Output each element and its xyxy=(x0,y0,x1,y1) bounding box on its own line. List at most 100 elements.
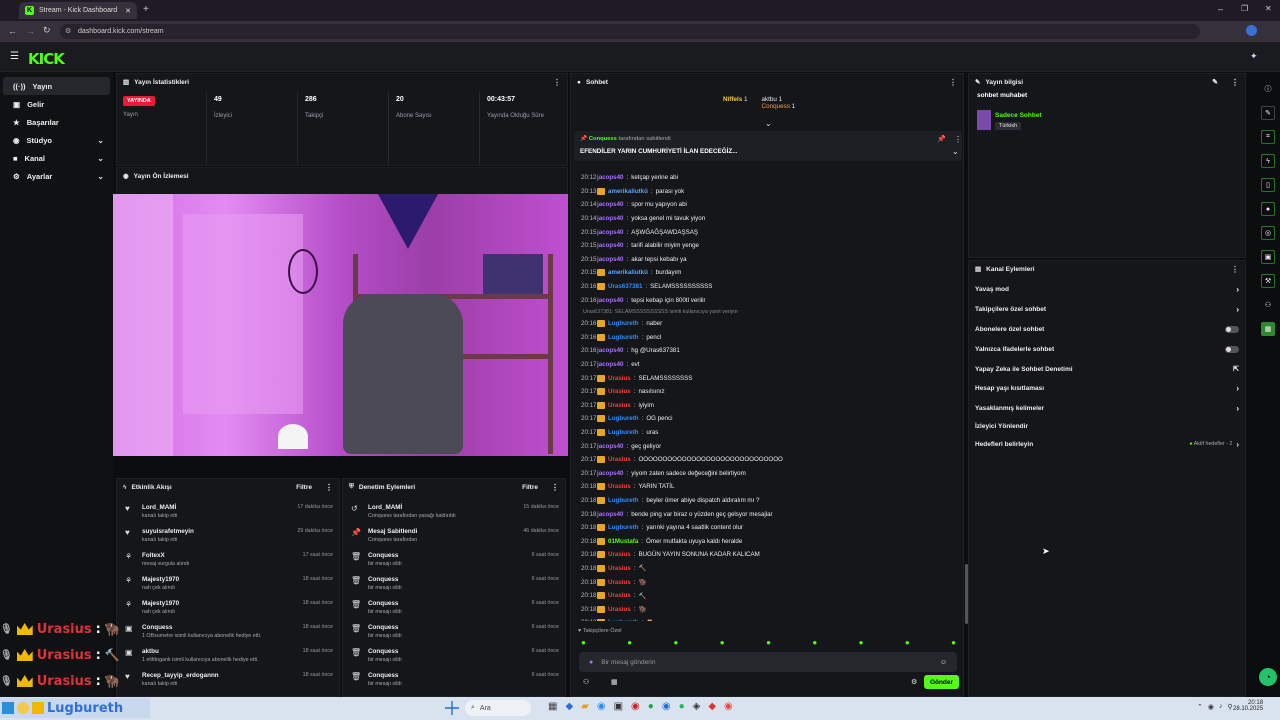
close-window-icon[interactable]: ✕ xyxy=(1265,4,1272,13)
kick-logo[interactable]: KICK xyxy=(28,50,65,68)
chat-message[interactable]: 20:15 jacops40: akar tepsi kebabı ya xyxy=(571,253,961,267)
chat-message[interactable]: 20:18 Urasius: BUGÜN YAYIN SONUNA KADAR KA… xyxy=(571,548,961,562)
chat-username[interactable]: jacops40 xyxy=(597,174,623,181)
chat-username[interactable]: Lugbureth xyxy=(608,497,639,504)
action-emote-only[interactable]: Yalnızca ifadelerle sohbet xyxy=(969,339,1245,359)
sidebar-item-kanal[interactable]: ■ Kanal ⌄ xyxy=(3,149,110,167)
chevron-down-icon[interactable]: ⌄ xyxy=(952,147,959,156)
gifter-2[interactable]: aktbu 1 xyxy=(762,96,796,103)
chat-username[interactable]: Urasius xyxy=(608,456,631,463)
chat-message[interactable]: 20:17 jacops40: yiyom zaten sadece değeceğ… xyxy=(571,466,961,480)
chat-username[interactable]: Urasius xyxy=(608,388,631,395)
start-icon[interactable] xyxy=(445,701,459,715)
action-goals[interactable]: Hedefleri belirleyin ● Aktif hedefler - 2… xyxy=(969,435,1245,455)
chat-username[interactable]: Lugbureth xyxy=(608,429,639,436)
more-options-icon[interactable]: ⋮ xyxy=(1231,78,1239,87)
activity-filter-button[interactable]: Filtre xyxy=(296,484,312,491)
moderation-row[interactable]: 🗑 Conquess bir mesajı sildi 6 saat önce xyxy=(343,669,565,693)
chat-message[interactable]: 20:16 Lugbureth: pencl xyxy=(571,331,961,345)
chat-username[interactable]: amerikaliutkü xyxy=(608,188,648,195)
stream-preview-video[interactable] xyxy=(113,194,568,456)
chat-username[interactable]: Urasius xyxy=(608,551,631,558)
activity-row[interactable]: ▣ Conquess 1 OBsumetre isimli kullanıcıya … xyxy=(117,621,339,645)
chat-username[interactable]: Urasius xyxy=(608,592,631,599)
chat-message[interactable]: 20:16 jacops40: hg @Uras637381 xyxy=(571,344,961,358)
close-tab-icon[interactable]: ✕ xyxy=(125,7,131,15)
edit-pencil-icon[interactable]: ✎ xyxy=(1212,78,1218,86)
subs-only-toggle[interactable] xyxy=(1225,325,1239,333)
chat-username[interactable]: jacops40 xyxy=(597,511,623,518)
browser-tab[interactable]: K Stream - Kick Dashboard ✕ xyxy=(19,2,137,19)
minimize-icon[interactable]: – xyxy=(1218,4,1223,14)
chat-icon[interactable]: ● xyxy=(1261,202,1275,216)
chat-message[interactable]: 20:15 amerikaliutkü: burdayım xyxy=(571,266,961,280)
more-options-icon[interactable]: ⋮ xyxy=(553,78,561,87)
notifications-icon[interactable]: ✦ xyxy=(1250,51,1258,62)
pinned-message[interactable]: 📌 Conquess tarafından sabitlendi EFENDİL… xyxy=(574,131,962,161)
activity-row[interactable]: ♥ Recep_tayyip_erdogannn kanalı takip etti… xyxy=(117,669,339,693)
chat-message[interactable]: 20:18 jacops40: bende ping var biraz o yüz… xyxy=(571,507,961,521)
reload-icon[interactable]: ↻ xyxy=(43,25,51,36)
new-tab-icon[interactable]: + xyxy=(143,4,149,15)
moderation-row[interactable]: 🗑 Conquess bir mesajı sildi 6 saat önce xyxy=(343,573,565,597)
more-options-icon[interactable]: ⋮ xyxy=(1231,265,1239,274)
chat-message[interactable]: 20:16 jacops40: tepsi kebap için 800tl ver… xyxy=(571,293,961,307)
send-button[interactable]: Gönder xyxy=(924,675,959,689)
chat-message[interactable]: 20:14 jacops40: spor mu yapıyon abi xyxy=(571,198,961,212)
chat-username[interactable]: jacops40 xyxy=(597,361,623,368)
chat-username[interactable]: jacops40 xyxy=(597,256,623,263)
sidebar-item-yayin[interactable]: ((·)) Yayın xyxy=(3,77,110,95)
chat-message[interactable]: 20:18 Lugbureth:🪵 xyxy=(571,616,961,621)
chat-username[interactable]: Urasius xyxy=(608,579,631,586)
activity-row[interactable]: ♥ Lord_MAMİ kanalı takip etti 17 dakika önc… xyxy=(117,501,339,525)
chat-username[interactable]: jacops40 xyxy=(597,242,623,249)
bolt-icon[interactable]: ϟ xyxy=(1261,154,1275,168)
more-options-icon[interactable]: ⋮ xyxy=(551,483,559,492)
site-info-icon[interactable]: ⚙ xyxy=(65,27,71,35)
back-icon[interactable]: ← xyxy=(8,26,17,36)
broadcast-icon[interactable]: ◎ xyxy=(1261,226,1275,240)
chat-username[interactable]: Lugbureth xyxy=(608,320,639,327)
crop-icon[interactable]: ⌗ xyxy=(1261,130,1275,144)
chat-username[interactable]: Urasius xyxy=(608,375,631,382)
chat-username[interactable]: amerikaliutkü xyxy=(608,269,648,276)
more-options-icon[interactable]: ⋮ xyxy=(954,135,962,144)
taskbar-clock[interactable]: 20:18 28.10.2025 xyxy=(1233,700,1263,712)
activity-row[interactable]: ⚘ FoltexX mesaj vurgula alındı 17 saat önce xyxy=(117,549,339,573)
chat-username[interactable]: Urasius xyxy=(608,483,631,490)
pin-icon[interactable]: 📌 xyxy=(937,135,946,143)
connect-icon[interactable]: ⚇ xyxy=(583,678,589,686)
chat-username[interactable]: Lugbureth xyxy=(608,524,639,531)
chat-message[interactable]: 20:17 Lugbureth: uras xyxy=(571,426,961,440)
moderation-row[interactable]: ↺ Lord_MAMİ Conquess tarafından yasağı kal… xyxy=(343,501,565,525)
chat-username[interactable]: jacops40 xyxy=(597,229,623,236)
chat-message[interactable]: 20:18 Lugbureth: yarınki yayına 4 saatlik … xyxy=(571,521,961,535)
chat-username[interactable]: Urasius xyxy=(608,565,631,572)
url-field[interactable]: ⚙ dashboard.kick.com/stream xyxy=(60,24,1200,39)
action-account-age[interactable]: Hesap yaşı kısıtlaması › xyxy=(969,379,1245,399)
emote-only-toggle[interactable] xyxy=(1225,345,1239,353)
chat-username[interactable]: jacops40 xyxy=(597,297,623,304)
sidebar-item-gelir[interactable]: ▣ Gelir xyxy=(3,95,110,113)
chat-input[interactable]: ● Bir mesaj gönderin ☺ xyxy=(579,652,957,672)
chat-message[interactable]: 20:18 Lugbureth: beyler ömer abiye dispatc… xyxy=(571,494,961,508)
taskbar-apps[interactable]: ▦ ◆ ▰ ◉ ▣ ◉ ● ◉ ● ◈ ◆ ◉ xyxy=(548,701,733,712)
action-host[interactable]: İzleyici Yönlendir xyxy=(969,419,1245,435)
chat-username[interactable]: jacops40 xyxy=(597,443,623,450)
chat-message[interactable]: 20:18 Urasius: YARIN TATİL xyxy=(571,480,961,494)
chat-username[interactable]: Urasius xyxy=(608,606,631,613)
chat-message[interactable]: 20:12 jacops40: ketçap yerine abi xyxy=(571,171,961,185)
chat-message[interactable]: 20:16 Uras637381: SELAMSSSSSSSSSS xyxy=(571,280,961,294)
chat-message[interactable]: 20:18 Urasius: 🦬 xyxy=(571,602,961,616)
chat-username[interactable]: Lugbureth xyxy=(608,415,639,422)
category-link[interactable]: Sadece Sohbet xyxy=(995,112,1042,119)
chat-username[interactable]: Urasius xyxy=(608,402,631,409)
menu-icon[interactable]: ☰ xyxy=(10,51,19,62)
action-ai-moderation[interactable]: Yapay Zeka ile Sohbet Denetimi ⇱ xyxy=(969,359,1245,379)
maximize-icon[interactable]: ❐ xyxy=(1241,4,1248,13)
moderation-row[interactable]: 🗑 Conquess bir mesajı sildi 6 saat önce xyxy=(343,597,565,621)
users-icon[interactable]: ⚇ xyxy=(1261,298,1275,312)
gifter-3[interactable]: Conquess 1 xyxy=(762,103,796,110)
emote-bar[interactable]: ● ● ● ● ● ● ● ● ● xyxy=(581,638,956,650)
moderation-row[interactable]: 🗑 Conquess bir mesajı sildi 6 saat önce xyxy=(343,621,565,645)
